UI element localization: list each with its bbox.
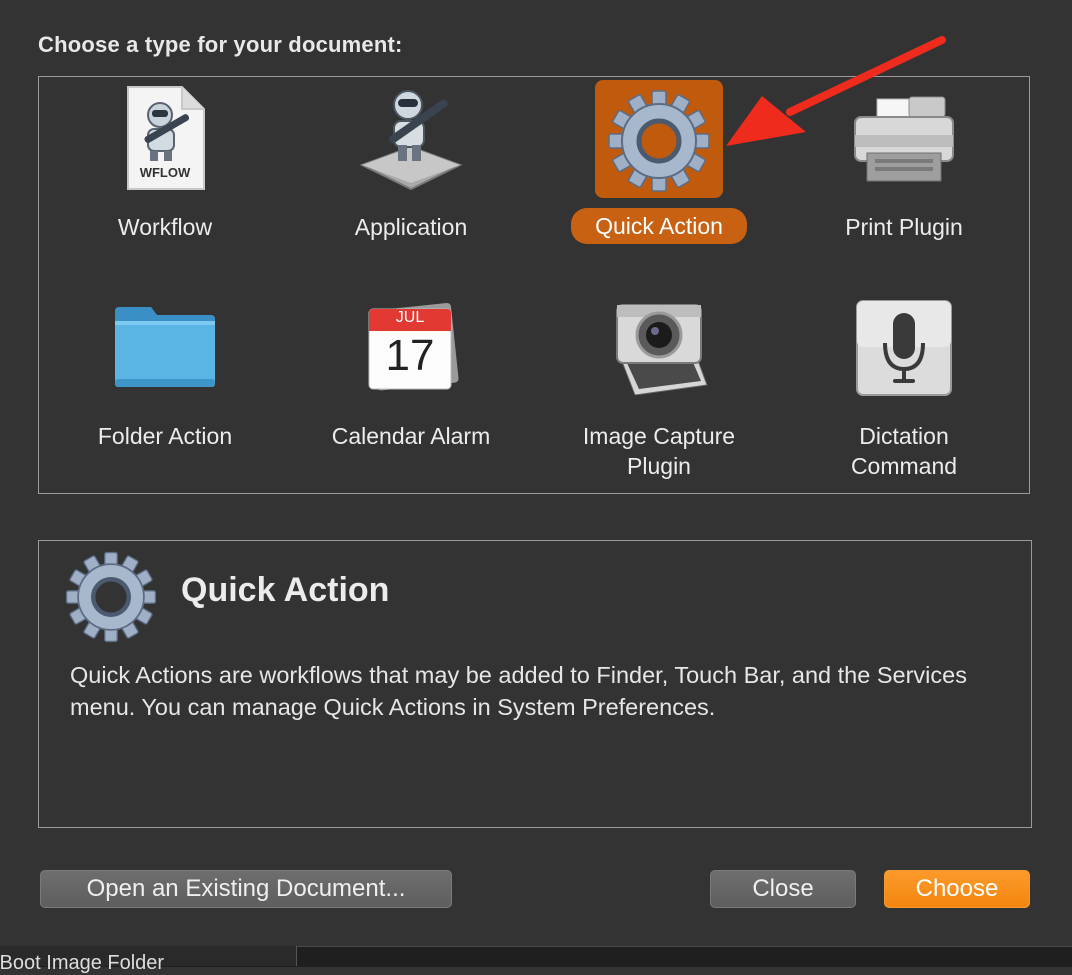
annotation-arrow-icon xyxy=(726,36,946,146)
